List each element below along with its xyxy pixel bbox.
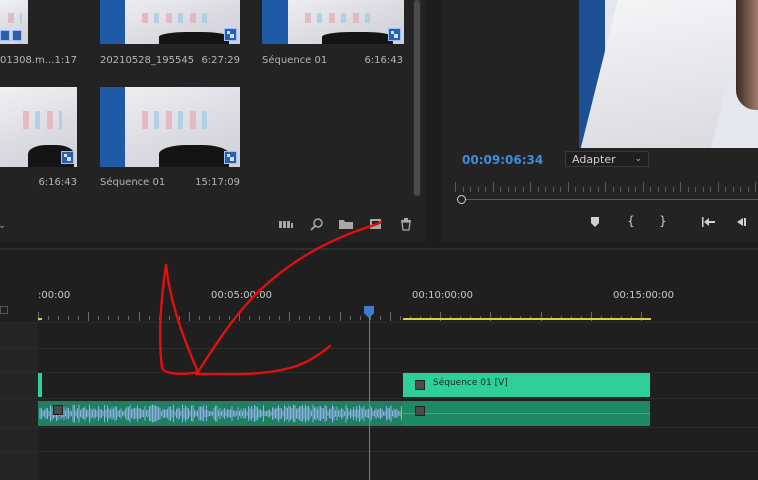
red-annotation-arrow	[158, 220, 383, 376]
